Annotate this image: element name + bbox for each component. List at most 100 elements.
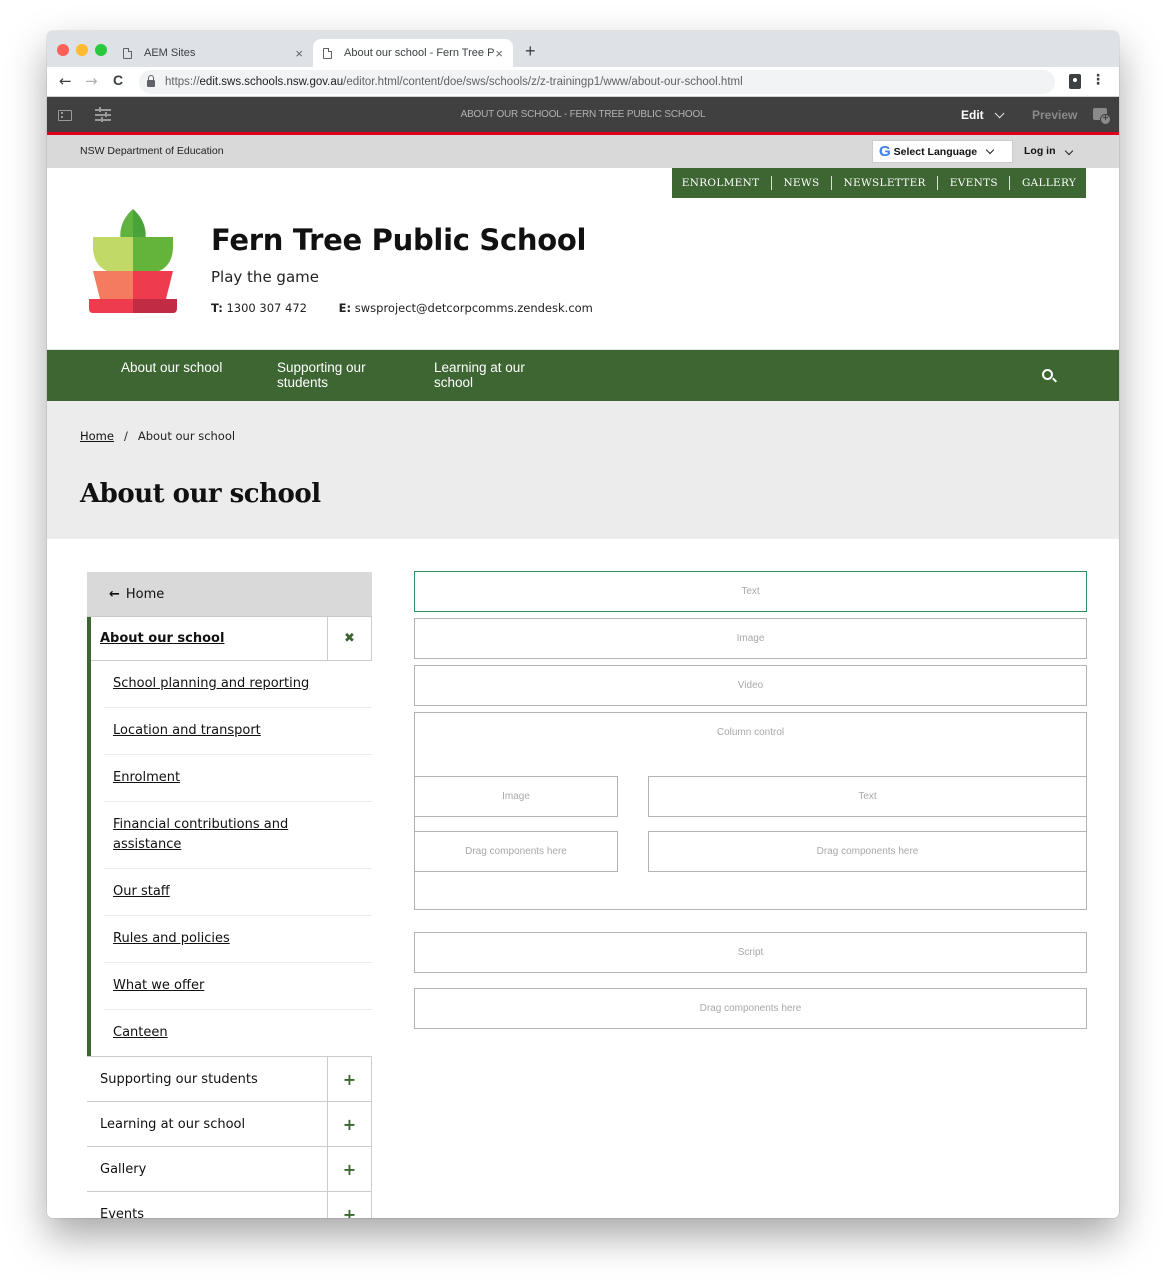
collapse-close-icon[interactable]: ✖ [327, 616, 372, 661]
expand-plus-icon[interactable]: + [327, 1102, 372, 1146]
divider [1009, 176, 1011, 190]
side-nav-subitem-link[interactable]: What we offer [113, 978, 204, 993]
url-host: edit.sws.schools.nsw.gov.au [199, 76, 344, 88]
side-nav-subitem[interactable]: Location and transport [104, 708, 372, 755]
text-component-placeholder[interactable]: Text [414, 571, 1087, 612]
util-nav-newsletter[interactable]: NEWSLETTER [844, 177, 926, 189]
chevron-down-icon [1064, 146, 1073, 156]
util-nav-news[interactable]: NEWS [783, 177, 819, 189]
new-tab-button[interactable]: + [525, 41, 536, 62]
utility-nav: ENROLMENT NEWS NEWSLETTER EVENTS GALLERY [672, 168, 1086, 198]
side-nav-subitem-link[interactable]: Enrolment [113, 770, 180, 785]
phone-label: T: [211, 301, 223, 315]
chevron-down-icon [985, 145, 995, 154]
side-nav-subitem-link[interactable]: School planning and reporting [113, 676, 309, 691]
side-nav-subitem[interactable]: School planning and reporting [104, 661, 372, 708]
side-nav-section-link[interactable]: Supporting our students [87, 1072, 327, 1087]
breadcrumb-home-link[interactable]: Home [80, 429, 114, 443]
breadcrumb-current: About our school [137, 429, 236, 443]
page-title: About our school [80, 479, 321, 509]
side-nav-subitem-link[interactable]: Financial contributions and assistance [113, 817, 288, 852]
divider [831, 176, 832, 190]
side-nav-home-label: Home [125, 586, 165, 602]
script-component-placeholder[interactable]: Script [414, 932, 1087, 973]
side-nav-subitem[interactable]: Rules and policies [104, 916, 372, 963]
page-hero: Home / About our school About our school [47, 401, 1119, 539]
url-input[interactable]: https://edit.sws.schools.nsw.gov.au/edit… [139, 70, 1055, 94]
side-nav-item-learning-at-our-school: Learning at our school + [87, 1101, 372, 1146]
login-label: Log in [1024, 145, 1056, 157]
page-content: ← Home About our school ✖ School plannin… [47, 539, 1119, 1218]
tab-title: AEM Sites [144, 47, 196, 59]
side-nav-subitem-link[interactable]: Our staff [113, 884, 170, 899]
column-right-drop-zone[interactable]: Drag components here [648, 831, 1087, 872]
side-nav-section-link[interactable]: Gallery [87, 1162, 327, 1177]
url-scheme: https:// [165, 76, 200, 88]
browser-tab-bar: AEM Sites × About our school - Fern Tree… [47, 31, 1119, 67]
main-nav-supporting-our-students[interactable]: Supporting our students [277, 360, 397, 390]
image-component-placeholder[interactable]: Image [414, 618, 1087, 659]
maximize-window-button[interactable] [95, 44, 107, 56]
document-icon [123, 47, 132, 59]
aem-editor-toolbar: ABOUT OUR SCHOOL - FERN TREE PUBLIC SCHO… [47, 97, 1119, 135]
site-header: ENROLMENT NEWS NEWSLETTER EVENTS GALLERY [47, 168, 1119, 349]
minimize-window-button[interactable] [76, 44, 88, 56]
phone-link[interactable]: 1300 307 472 [226, 301, 306, 315]
search-icon[interactable] [1042, 369, 1053, 380]
browser-address-bar: ← → C https://edit.sws.schools.nsw.gov.a… [47, 67, 1119, 97]
side-nav-subitem-link[interactable]: Canteen [113, 1025, 168, 1040]
main-nav-about-our-school[interactable]: About our school [121, 360, 251, 375]
side-nav-subitem[interactable]: Our staff [104, 869, 372, 916]
side-nav-subitem-link[interactable]: Rules and policies [113, 931, 230, 946]
side-nav-subitem[interactable]: Canteen [104, 1010, 372, 1056]
side-nav-subitem[interactable]: What we offer [104, 963, 372, 1010]
browser-tab-about-our-school[interactable]: About our school - Fern Tree P × [313, 39, 513, 67]
close-window-button[interactable] [57, 44, 69, 56]
email-link[interactable]: swsproject@detcorpcomms.zendesk.com [355, 301, 593, 315]
side-nav-subitem-link[interactable]: Location and transport [113, 723, 261, 738]
util-nav-enrolment[interactable]: ENROLMENT [682, 177, 760, 189]
side-nav-section-link[interactable]: Learning at our school [87, 1117, 327, 1132]
reload-button[interactable]: C [113, 72, 123, 88]
annotate-icon[interactable] [1093, 108, 1111, 125]
edit-mode-dropdown[interactable]: Edit [961, 108, 1005, 122]
forward-button[interactable]: → [85, 72, 98, 90]
main-nav-learning-at-our-school[interactable]: Learning at our school [434, 360, 554, 390]
language-select[interactable]: G Select Language [872, 140, 1013, 163]
side-nav: ← Home About our school ✖ School plannin… [87, 572, 372, 1218]
google-icon: G [879, 143, 891, 160]
back-button[interactable]: ← [59, 72, 72, 90]
side-nav-current-link[interactable]: About our school [91, 631, 327, 646]
url-path: /editor.html/content/doe/sws/schools/z/z… [343, 76, 743, 88]
extension-icon[interactable] [1069, 74, 1081, 89]
preview-button[interactable]: Preview [1032, 108, 1077, 122]
side-nav-home-link[interactable]: ← Home [87, 572, 372, 617]
divider [937, 176, 939, 190]
breadcrumb: Home / About our school [80, 429, 235, 443]
page-drop-zone[interactable]: Drag components here [414, 988, 1087, 1029]
department-bar: NSW Department of Education G Select Lan… [47, 135, 1119, 168]
school-logo-plant-icon[interactable] [89, 207, 177, 315]
close-tab-icon[interactable]: × [295, 46, 303, 61]
aem-page-title: ABOUT OUR SCHOOL - FERN TREE PUBLIC SCHO… [460, 109, 706, 120]
util-nav-events[interactable]: EVENTS [950, 177, 998, 189]
side-nav-subitem[interactable]: Enrolment [104, 755, 372, 802]
expand-plus-icon[interactable]: + [327, 1057, 372, 1101]
main-nav: About our school Supporting our students… [47, 349, 1119, 401]
expand-plus-icon[interactable]: + [327, 1147, 372, 1191]
column-image-placeholder[interactable]: Image [414, 776, 618, 817]
column-text-placeholder[interactable]: Text [648, 776, 1087, 817]
close-tab-icon[interactable]: × [495, 46, 503, 61]
login-dropdown[interactable]: Log in [1024, 145, 1073, 157]
side-nav-subitem[interactable]: Financial contributions and assistance [104, 802, 372, 869]
column-left-drop-zone[interactable]: Drag components here [414, 831, 618, 872]
side-nav-section-link[interactable]: Events [87, 1207, 327, 1219]
browser-tab-aem-sites[interactable]: AEM Sites × [123, 39, 313, 67]
video-component-placeholder[interactable]: Video [414, 665, 1087, 706]
side-nav-item-about-our-school: About our school ✖ [91, 616, 372, 661]
browser-menu-icon[interactable]: ⋮ [1091, 72, 1105, 88]
document-icon [323, 47, 332, 59]
school-name: Fern Tree Public School [211, 223, 587, 257]
util-nav-gallery[interactable]: GALLERY [1022, 177, 1076, 189]
expand-plus-icon[interactable]: + [327, 1192, 372, 1218]
